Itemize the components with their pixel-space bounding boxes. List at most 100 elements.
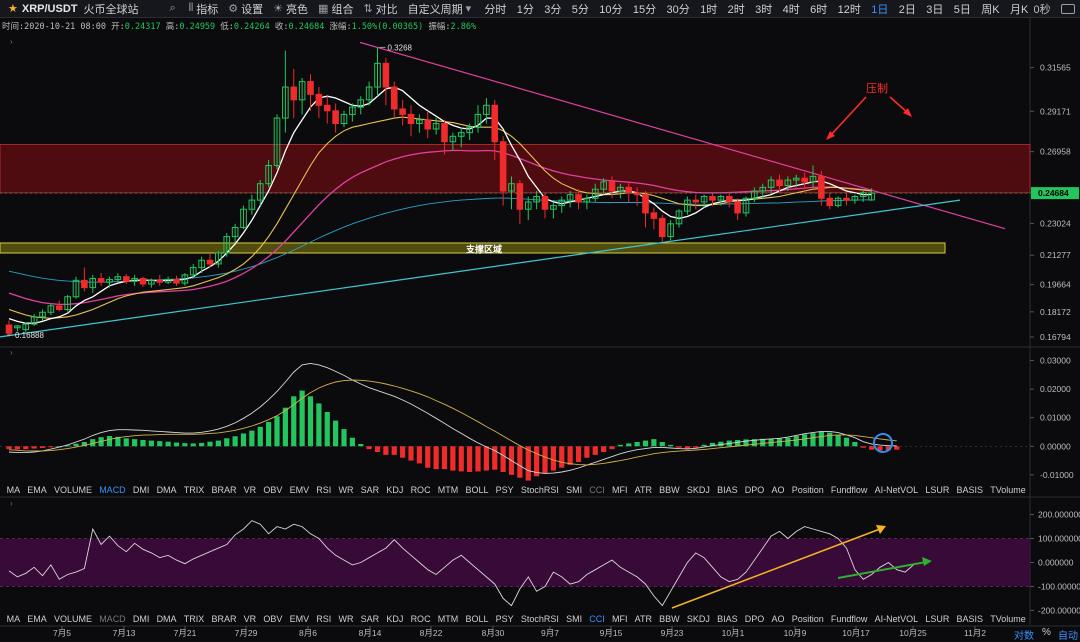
x-tick-label: 9月7 bbox=[541, 628, 559, 638]
indicator-tab-position[interactable]: Position bbox=[788, 614, 827, 624]
indicator-tab-obv[interactable]: OBV bbox=[260, 614, 286, 624]
indicator-tab-bias[interactable]: BIAS bbox=[713, 485, 741, 495]
indicator-tab-psy[interactable]: PSY bbox=[492, 485, 517, 495]
indicator-tab-mfi[interactable]: MFI bbox=[608, 485, 631, 495]
indicator-tab-dpo[interactable]: DPO bbox=[741, 614, 768, 624]
indicator-tab-rsi[interactable]: RSI bbox=[313, 485, 335, 495]
price-tick-label: 0.21277 bbox=[1040, 250, 1071, 260]
indicator-tab-skdj[interactable]: SKDJ bbox=[683, 485, 713, 495]
macd-bar bbox=[425, 446, 431, 468]
indicator-tab-lsur[interactable]: LSUR bbox=[922, 614, 953, 624]
indicator-tab-mfi[interactable]: MFI bbox=[608, 614, 631, 624]
indicator-tab-fundflow[interactable]: Fundflow bbox=[827, 614, 871, 624]
candle-body bbox=[541, 195, 549, 210]
indicator-tab-wr[interactable]: WR bbox=[335, 485, 357, 495]
indicator-tab-dma[interactable]: DMA bbox=[153, 485, 180, 495]
indicator-tab-ftbs[interactable]: FTBS bbox=[1029, 614, 1030, 624]
chart-canvas[interactable]: 0.31565 0.29171 0.26958 0.23024 0.21277 0.196… bbox=[0, 0, 1080, 640]
indicator-tab-ma[interactable]: MA bbox=[3, 614, 24, 624]
indicator-tab-ma[interactable]: MA bbox=[3, 485, 24, 495]
candle bbox=[424, 110, 432, 139]
indicator-tab-volume[interactable]: VOLUME bbox=[50, 614, 95, 624]
candle bbox=[349, 103, 356, 122]
indicator-tab-mtm[interactable]: MTM bbox=[434, 485, 462, 495]
indicator-tab-brar[interactable]: BRAR bbox=[208, 485, 240, 495]
indicator-tab-volume[interactable]: VOLUME bbox=[50, 485, 95, 495]
indicator-tab-obv[interactable]: OBV bbox=[260, 485, 286, 495]
indicator-tab-boll[interactable]: BOLL bbox=[462, 485, 492, 495]
macd-bar bbox=[617, 444, 623, 447]
indicator-tab-tvolume[interactable]: TVolume bbox=[987, 485, 1030, 495]
indicator-tab-basis[interactable]: BASIS bbox=[953, 614, 987, 624]
indicator-tab-tvolume[interactable]: TVolume bbox=[987, 614, 1030, 624]
indicator-tab-boll[interactable]: BOLL bbox=[462, 614, 492, 624]
indicator-tab-sar[interactable]: SAR bbox=[357, 614, 383, 624]
indicator-tab-stochrsi[interactable]: StochRSI bbox=[517, 614, 562, 624]
indicator-tab-bias[interactable]: BIAS bbox=[713, 614, 741, 624]
macd-bar bbox=[349, 437, 355, 447]
indicator-tab-cci[interactable]: CCI bbox=[586, 485, 609, 495]
indicator-tab-dpo[interactable]: DPO bbox=[741, 485, 768, 495]
indicator-tab-roc[interactable]: ROC bbox=[407, 485, 434, 495]
indicator-tab-emv[interactable]: EMV bbox=[286, 485, 313, 495]
indicator-tab-smi[interactable]: SMI bbox=[562, 485, 585, 495]
indicator-tab-dmi[interactable]: DMI bbox=[129, 614, 153, 624]
indicator-tab-macd[interactable]: MACD bbox=[96, 614, 130, 624]
indicator-tab-brar[interactable]: BRAR bbox=[208, 614, 240, 624]
indicator-tab-psy[interactable]: PSY bbox=[492, 614, 517, 624]
indicator-tab-skdj[interactable]: SKDJ bbox=[683, 614, 713, 624]
candle-body bbox=[491, 104, 499, 143]
macd-bar bbox=[190, 443, 196, 447]
indicator-tab-fundflow[interactable]: Fundflow bbox=[827, 485, 871, 495]
indicator-tab-bbw[interactable]: BBW bbox=[656, 614, 684, 624]
indicator-tab-bbw[interactable]: BBW bbox=[656, 485, 684, 495]
candle-body bbox=[499, 141, 507, 192]
indicator-tab-ai-netvol[interactable]: AI-NetVOL bbox=[871, 614, 922, 624]
macd-bar bbox=[299, 390, 305, 447]
indicator-tab-wr[interactable]: WR bbox=[335, 614, 357, 624]
indicator-tab-sar[interactable]: SAR bbox=[357, 485, 383, 495]
indicator-tabs-sub: MA EMA VOLUME MACD DMI DMA TRIX BRAR VR OBV EMV RSI… bbox=[0, 612, 1030, 626]
macd-bar bbox=[215, 440, 221, 447]
cci-band bbox=[0, 538, 1030, 587]
indicator-tab-ao[interactable]: AO bbox=[768, 614, 788, 624]
indicator-tab-ema[interactable]: EMA bbox=[24, 614, 51, 624]
candle bbox=[5, 320, 13, 336]
indicator-tab-position[interactable]: Position bbox=[788, 485, 827, 495]
candle bbox=[315, 87, 323, 119]
indicator-tab-atr[interactable]: ATR bbox=[631, 614, 656, 624]
indicator-tab-vr[interactable]: VR bbox=[240, 485, 260, 495]
candle-body bbox=[55, 305, 63, 311]
candle bbox=[39, 309, 46, 321]
indicator-tab-dmi[interactable]: DMI bbox=[129, 485, 153, 495]
indicator-tab-rsi[interactable]: RSI bbox=[313, 614, 335, 624]
indicator-tab-ema[interactable]: EMA bbox=[24, 485, 51, 495]
percent-scale-toggle[interactable]: % bbox=[1042, 627, 1051, 638]
macd-bar bbox=[525, 446, 531, 481]
indicator-tab-ao[interactable]: AO bbox=[768, 485, 788, 495]
candle bbox=[642, 191, 649, 228]
indicator-tab-kdj[interactable]: KDJ bbox=[383, 485, 407, 495]
indicator-tab-trix[interactable]: TRIX bbox=[180, 485, 208, 495]
indicator-tab-vr[interactable]: VR bbox=[240, 614, 260, 624]
indicator-tab-lsur[interactable]: LSUR bbox=[922, 485, 953, 495]
indicator-tab-ftbs[interactable]: FTBS bbox=[1029, 485, 1030, 495]
indicator-tab-macd[interactable]: MACD bbox=[96, 485, 130, 495]
indicator-tab-atr[interactable]: ATR bbox=[631, 485, 656, 495]
indicator-tab-stochrsi[interactable]: StochRSI bbox=[517, 485, 562, 495]
indicator-tab-ai-netvol[interactable]: AI-NetVOL bbox=[871, 485, 922, 495]
candle bbox=[55, 300, 63, 312]
indicator-tab-roc[interactable]: ROC bbox=[407, 614, 434, 624]
candle-body bbox=[382, 62, 390, 88]
indicator-tab-dma[interactable]: DMA bbox=[153, 614, 180, 624]
candle-body bbox=[650, 212, 658, 219]
indicator-tab-smi[interactable]: SMI bbox=[562, 614, 585, 624]
indicator-tab-kdj[interactable]: KDJ bbox=[383, 614, 407, 624]
macd-bar bbox=[182, 443, 188, 447]
indicator-tab-cci[interactable]: CCI bbox=[586, 614, 609, 624]
indicator-tab-mtm[interactable]: MTM bbox=[434, 614, 462, 624]
indicator-tab-emv[interactable]: EMV bbox=[286, 614, 313, 624]
indicator-tab-basis[interactable]: BASIS bbox=[953, 485, 987, 495]
candle-body bbox=[97, 278, 105, 283]
indicator-tab-trix[interactable]: TRIX bbox=[180, 614, 208, 624]
